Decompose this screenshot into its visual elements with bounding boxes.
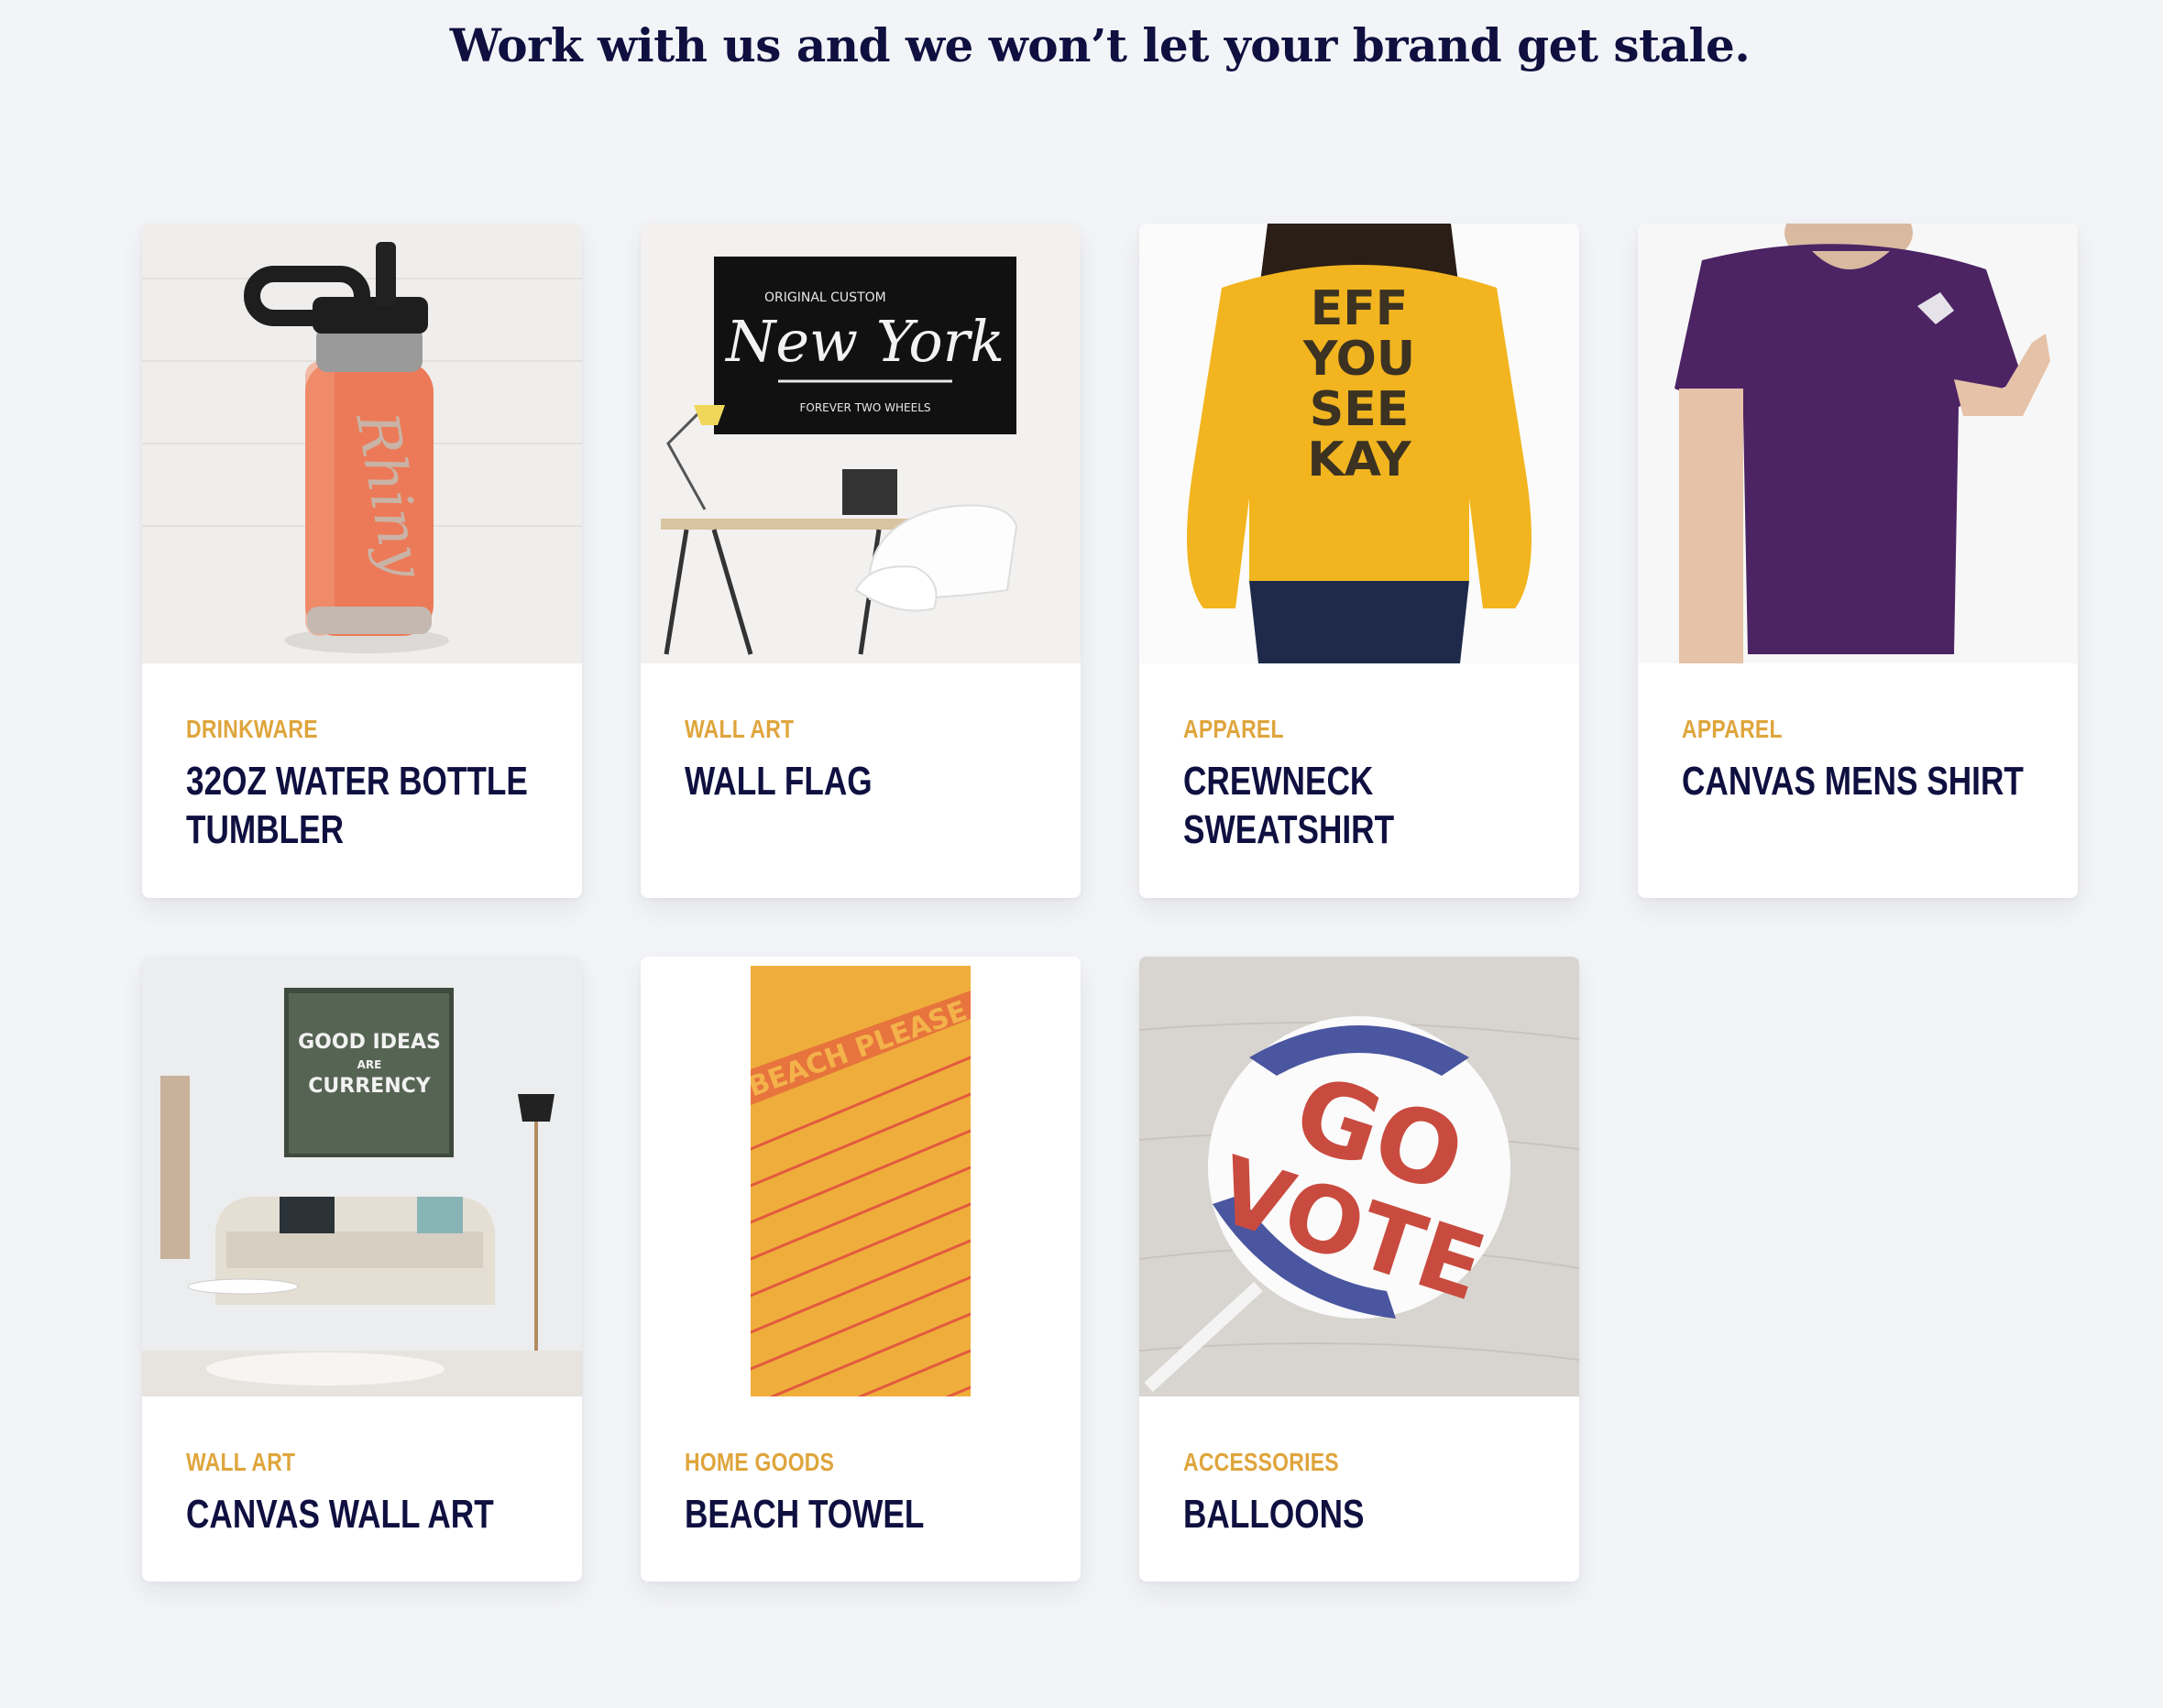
svg-text:YOU: YOU [1302, 332, 1415, 387]
product-title[interactable]: Wall Flag [685, 757, 1051, 805]
product-card-balloons[interactable]: GO VOTE Accessories Balloons [1139, 957, 1579, 1582]
product-category: Home Goods [685, 1448, 835, 1476]
product-category: Wall Art [186, 1448, 296, 1476]
product-category: Apparel [1682, 715, 1783, 743]
product-category: Wall Art [685, 715, 795, 743]
svg-text:KAY: KAY [1307, 432, 1412, 487]
sweatshirt-image: EFF YOU SEE KAY [1139, 224, 1579, 663]
product-card-beach-towel[interactable]: BEACH PLEASE Home Goods Beach Towel [641, 957, 1081, 1582]
wall-flag-image: ORIGINAL CUSTOM New York FOREVER TWO WHE… [641, 224, 1081, 663]
svg-text:CURRENCY: CURRENCY [308, 1075, 431, 1098]
svg-text:FOREVER TWO WHEELS: FOREVER TWO WHEELS [799, 401, 930, 414]
svg-text:EFF: EFF [1311, 281, 1409, 336]
product-title[interactable]: 32oz Water Bottle Tumbler [186, 757, 553, 854]
beach-towel-image: BEACH PLEASE [641, 957, 1081, 1396]
svg-text:ORIGINAL CUSTOM: ORIGINAL CUSTOM [764, 290, 886, 305]
product-card-crewneck-sweatshirt[interactable]: EFF YOU SEE KAY Apparel Crewneck Sweatsh… [1139, 224, 1579, 898]
balloon-image: GO VOTE [1139, 957, 1579, 1396]
product-category: Apparel [1183, 715, 1284, 743]
product-card-canvas-wall-art[interactable]: GOOD IDEAS ARE CURRENCY Wall Art Canvas … [142, 957, 582, 1582]
svg-text:New York: New York [724, 308, 1005, 375]
page-headline: Work with us and we won’t let your brand… [449, 18, 1751, 72]
product-card-water-bottle[interactable]: Rhiny Drinkware 32oz Water Bottle Tumble… [142, 224, 582, 898]
svg-text:SEE: SEE [1310, 382, 1410, 437]
product-title[interactable]: Crewneck Sweatshirt [1183, 757, 1550, 854]
svg-text:GOOD IDEAS: GOOD IDEAS [298, 1031, 441, 1054]
product-title[interactable]: Balloons [1183, 1490, 1550, 1538]
canvas-art-image: GOOD IDEAS ARE CURRENCY [142, 957, 582, 1396]
product-card-canvas-mens-shirt[interactable]: Apparel Canvas Mens Shirt [1638, 224, 2078, 898]
product-card-wall-flag[interactable]: ORIGINAL CUSTOM New York FOREVER TWO WHE… [641, 224, 1081, 898]
product-title[interactable]: Canvas Wall Art [186, 1490, 553, 1538]
tshirt-image [1638, 224, 2078, 663]
product-title[interactable]: Canvas Mens Shirt [1682, 757, 2048, 805]
water-bottle-image: Rhiny [142, 224, 582, 663]
svg-text:ARE: ARE [357, 1058, 382, 1071]
product-category: Accessories [1183, 1448, 1339, 1476]
product-title[interactable]: Beach Towel [685, 1490, 1051, 1538]
product-category: Drinkware [186, 715, 318, 743]
